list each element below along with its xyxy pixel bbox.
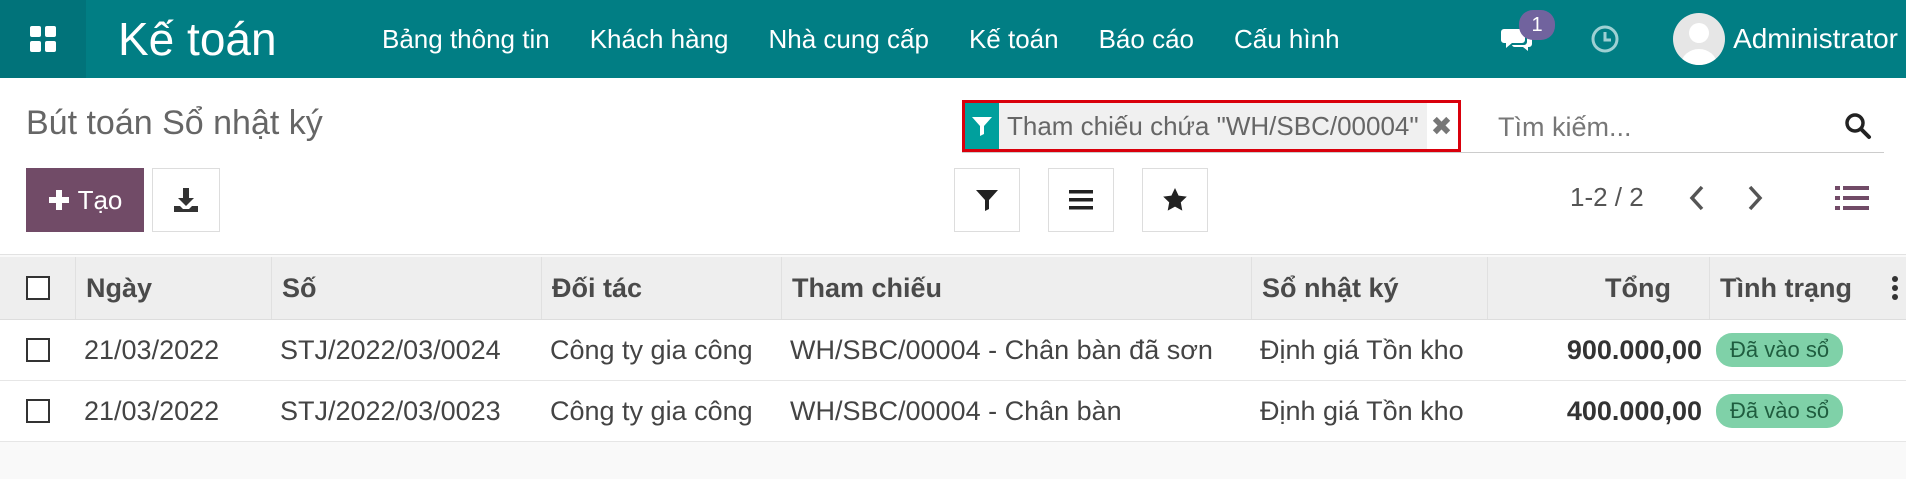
group-by-button[interactable]: [1048, 168, 1114, 232]
cell-partner: Công ty gia công: [550, 334, 753, 365]
create-button-label: Tạo: [77, 184, 123, 215]
cell-number: STJ/2022/03/0024: [280, 334, 501, 365]
table-header: Ngày Số Đối tác Tham chiếu Sổ nhật ký Tổ…: [0, 257, 1906, 320]
row-select-cell: [0, 320, 76, 380]
list-view-button[interactable]: [1828, 174, 1876, 222]
cell-journal: Định giá Tồn kho: [1260, 395, 1464, 426]
column-header-number[interactable]: Số: [272, 257, 542, 319]
export-button[interactable]: [152, 168, 220, 232]
page-title: Bút toán Sổ nhật ký: [26, 104, 323, 142]
download-icon: [174, 188, 198, 212]
bars-icon: [1069, 190, 1093, 210]
control-panel: Bút toán Sổ nhật ký Tạo Tham chiếu chứa …: [0, 78, 1906, 255]
column-header-reference[interactable]: Tham chiếu: [782, 257, 1252, 319]
cell-total: 400.000,00: [1566, 395, 1702, 426]
column-header-partner[interactable]: Đối tác: [542, 257, 782, 319]
cell-partner: Công ty gia công: [550, 395, 753, 426]
user-avatar-icon: [1681, 23, 1718, 65]
message-count-badge: 1: [1519, 10, 1556, 40]
cell-number: STJ/2022/03/0023: [280, 395, 501, 426]
status-badge: Đã vào sổ: [1716, 394, 1844, 428]
top-navbar: Kế toán Bảng thông tin Khách hàng Nhà cu…: [0, 0, 1906, 78]
pager-next-button[interactable]: [1738, 174, 1772, 222]
chevron-right-icon: [1748, 185, 1763, 211]
row-checkbox[interactable]: [26, 338, 50, 362]
search-bar: Tham chiếu chứa "WH/SBC/00004" ✖: [962, 100, 1884, 153]
star-icon: [1163, 188, 1187, 211]
filter-icon: [976, 190, 998, 211]
cell-total: 900.000,00: [1566, 334, 1702, 365]
facet-label: Tham chiếu chứa "WH/SBC/00004": [999, 103, 1427, 149]
cell-reference: WH/SBC/00004 - Chân bàn đã sơn: [790, 334, 1213, 365]
cell-date: 21/03/2022: [84, 334, 220, 365]
cell-journal: Định giá Tồn kho: [1260, 334, 1464, 365]
table-row[interactable]: 21/03/2022 STJ/2022/03/0024 Công ty gia …: [0, 320, 1906, 381]
grid-icon: [30, 26, 56, 52]
facet-filter-icon: [965, 103, 999, 149]
apps-menu-button[interactable]: [0, 0, 86, 78]
column-header-journal[interactable]: Sổ nhật ký: [1252, 257, 1488, 319]
optional-columns-toggle[interactable]: [1890, 257, 1906, 319]
navbar-systray: 1 Administrator: [1487, 0, 1906, 78]
menu-item-dashboard[interactable]: Bảng thông tin: [362, 24, 570, 55]
ellipsis-vertical-icon: [1892, 276, 1898, 300]
table-row[interactable]: 21/03/2022 STJ/2022/03/0023 Công ty gia …: [0, 381, 1906, 442]
clock-icon: [1591, 25, 1619, 53]
status-badge: Đã vào sổ: [1716, 333, 1844, 367]
column-header-total[interactable]: Tổng: [1488, 257, 1710, 319]
search-facet[interactable]: Tham chiếu chứa "WH/SBC/00004" ✖: [962, 100, 1462, 152]
menu-item-configuration[interactable]: Cấu hình: [1214, 24, 1360, 55]
column-header-date[interactable]: Ngày: [76, 257, 272, 319]
filters-button[interactable]: [954, 168, 1020, 232]
messaging-button[interactable]: 1: [1487, 0, 1556, 78]
activities-button[interactable]: [1575, 0, 1635, 78]
plus-icon: [48, 190, 69, 210]
pager-previous-button[interactable]: [1680, 174, 1714, 222]
list-view-icon: [1835, 186, 1869, 210]
cell-date: 21/03/2022: [84, 395, 220, 426]
user-menu[interactable]: Administrator: [1673, 13, 1898, 65]
avatar: [1673, 13, 1726, 65]
chevron-left-icon: [1689, 185, 1704, 211]
select-all-checkbox[interactable]: [25, 276, 50, 300]
search-icon[interactable]: [1838, 106, 1878, 146]
search-input[interactable]: [1496, 104, 1830, 150]
cell-status: Đã vào sổ: [1716, 381, 1844, 441]
row-checkbox[interactable]: [26, 399, 50, 423]
menu-item-reporting[interactable]: Báo cáo: [1079, 24, 1214, 55]
menu-item-vendors[interactable]: Nhà cung cấp: [749, 24, 949, 55]
pager-value[interactable]: 1-2 / 2: [1570, 182, 1644, 213]
user-name: Administrator: [1733, 23, 1898, 54]
facet-remove-icon[interactable]: ✖: [1431, 111, 1453, 142]
menu-item-accounting[interactable]: Kế toán: [949, 24, 1079, 55]
cell-status: Đã vào sổ: [1716, 320, 1844, 380]
menu-item-customers[interactable]: Khách hàng: [570, 24, 749, 55]
app-brand[interactable]: Kế toán: [118, 0, 277, 78]
favorites-button[interactable]: [1142, 168, 1208, 232]
column-header-status[interactable]: Tình trạng: [1710, 257, 1890, 319]
cell-reference: WH/SBC/00004 - Chân bàn: [790, 395, 1122, 426]
journal-entries-table: Ngày Số Đối tác Tham chiếu Sổ nhật ký Tổ…: [0, 257, 1906, 442]
select-all-cell: [0, 257, 76, 319]
row-select-cell: [0, 381, 76, 441]
create-button[interactable]: Tạo: [26, 168, 144, 232]
main-menu: Bảng thông tin Khách hàng Nhà cung cấp K…: [362, 0, 1360, 78]
